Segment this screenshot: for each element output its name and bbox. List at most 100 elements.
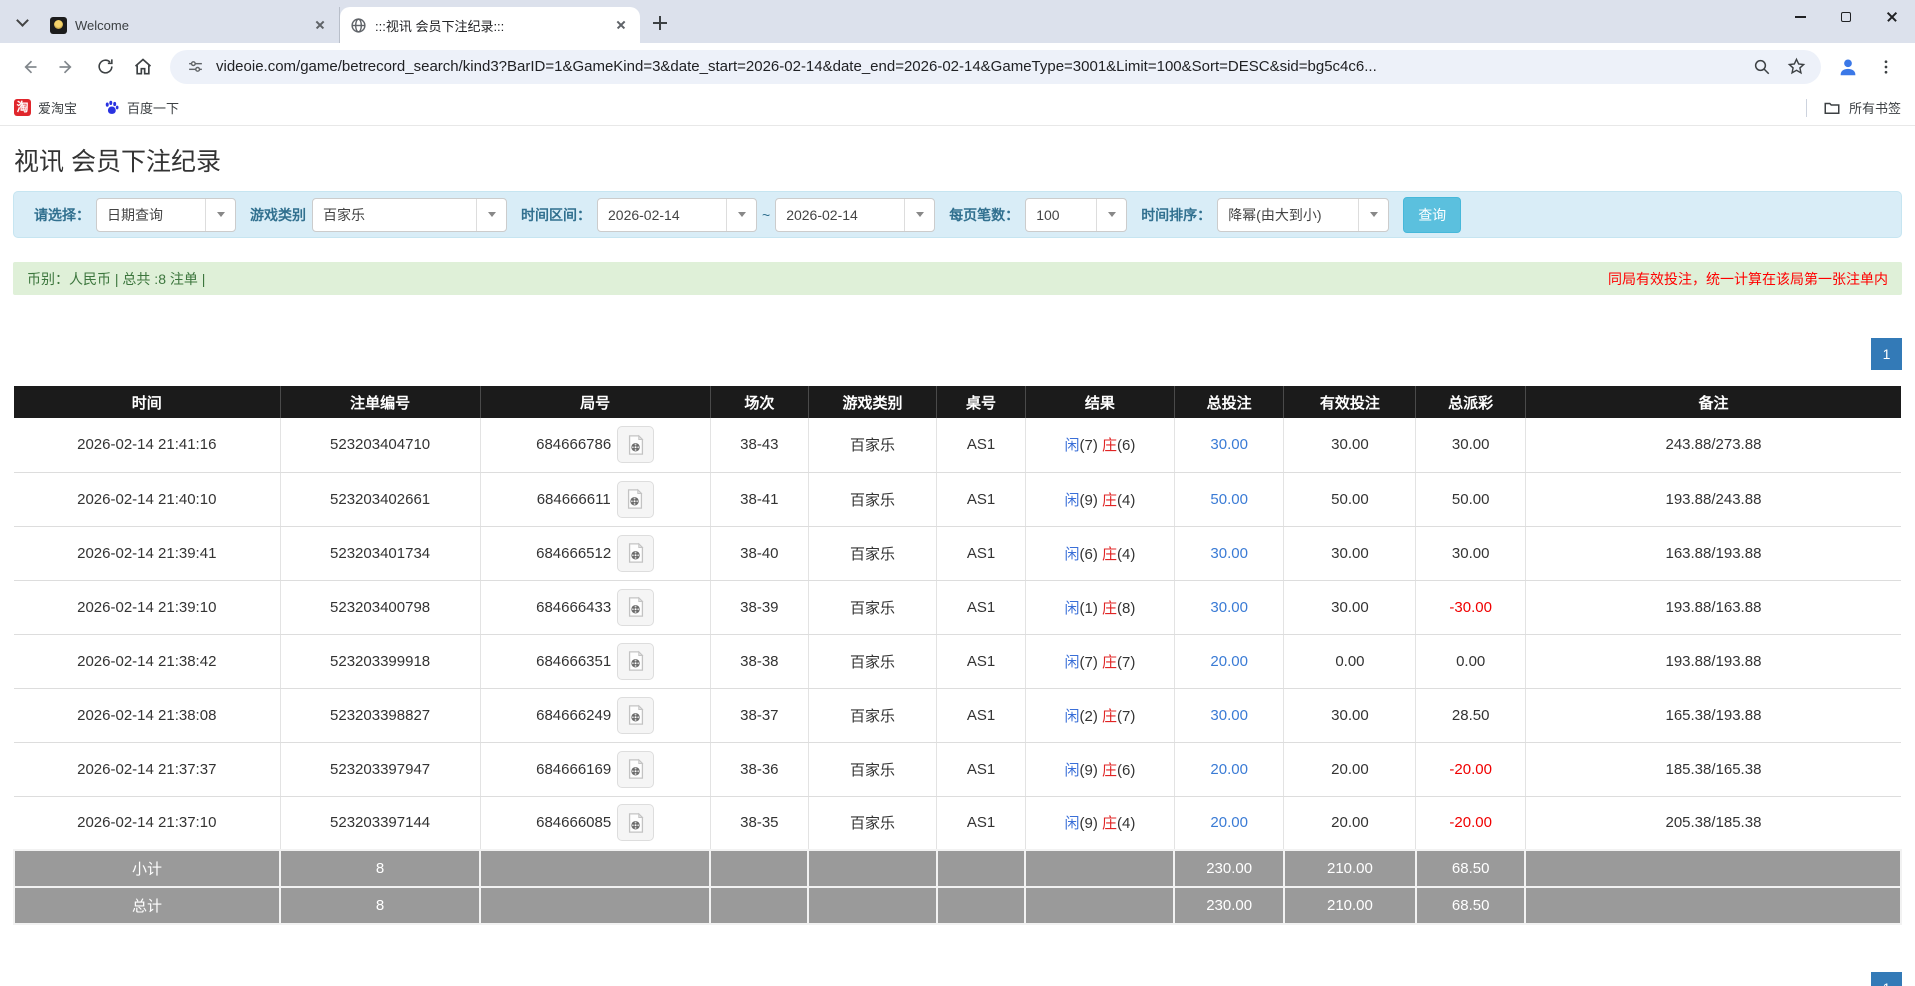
globe-favicon-icon [350, 17, 367, 34]
table-row: 2026-02-14 21:37:10 523203397144 6846660… [14, 796, 1901, 850]
table-row: 2026-02-14 21:39:10 523203400798 6846664… [14, 580, 1901, 634]
url-text[interactable]: videoie.com/game/betrecord_search/kind3?… [216, 58, 1741, 75]
bookmark-baidu[interactable]: 百度一下 [103, 98, 179, 117]
table-number: AS1 [937, 688, 1026, 742]
query-type-select[interactable]: 日期查询 [96, 198, 236, 232]
game-kind: 百家乐 [808, 634, 936, 688]
video-replay-button[interactable] [617, 426, 654, 463]
bet-records-table: 时间注单编号局号场次游戏类别桌号结果总投注有效投注总派彩备注 2026-02-1… [13, 386, 1902, 925]
round-number-cell: 684666512 [480, 526, 710, 580]
table-header-cell: 场次 [710, 386, 808, 418]
home-button[interactable] [127, 51, 159, 83]
video-replay-button[interactable] [617, 643, 654, 680]
site-settings-icon[interactable] [182, 54, 208, 80]
all-bookmarks-label[interactable]: 所有书签 [1849, 98, 1901, 117]
game-kind: 百家乐 [808, 418, 936, 472]
total-bet-link[interactable]: 50.00 [1210, 491, 1248, 508]
date-end-select[interactable]: 2026-02-14 [775, 198, 935, 232]
sort-select[interactable]: 降幂(由大到小) [1217, 198, 1389, 232]
bet-number: 523203399918 [280, 634, 480, 688]
table-number: AS1 [937, 526, 1026, 580]
table-number: AS1 [937, 580, 1026, 634]
total-bet-link[interactable]: 20.00 [1210, 761, 1248, 778]
table-row: 2026-02-14 21:38:42 523203399918 6846663… [14, 634, 1901, 688]
banker-result: 庄 [1102, 492, 1117, 509]
bet-number: 523203401734 [280, 526, 480, 580]
game-kind: 百家乐 [808, 472, 936, 526]
total-bet-link[interactable]: 30.00 [1210, 545, 1248, 562]
browser-toolbar: videoie.com/game/betrecord_search/kind3?… [0, 43, 1915, 90]
subtotal-total-bet: 230.00 [1174, 850, 1283, 887]
result-cell: 闲(9) 庄(6) [1025, 742, 1174, 796]
valid-bet: 20.00 [1284, 742, 1416, 796]
bet-time: 2026-02-14 21:41:16 [14, 418, 280, 472]
address-bar[interactable]: videoie.com/game/betrecord_search/kind3?… [170, 50, 1821, 84]
window-minimize-button[interactable] [1777, 0, 1823, 34]
bet-number: 523203402661 [280, 472, 480, 526]
session-number: 38-35 [710, 796, 808, 850]
total-bet-link[interactable]: 20.00 [1210, 814, 1248, 831]
banker-result: 庄 [1102, 546, 1117, 563]
reload-button[interactable] [89, 51, 121, 83]
total-bet-link[interactable]: 30.00 [1210, 707, 1248, 724]
window-close-button[interactable] [1869, 0, 1915, 34]
search-button[interactable]: 查询 [1403, 197, 1461, 233]
video-replay-button[interactable] [617, 697, 654, 734]
tab-close-icon[interactable] [612, 16, 630, 34]
back-button[interactable] [13, 51, 45, 83]
table-number: AS1 [937, 634, 1026, 688]
round-number: 684666433 [536, 599, 611, 616]
table-number: AS1 [937, 418, 1026, 472]
session-number: 38-39 [710, 580, 808, 634]
round-number: 684666249 [536, 707, 611, 724]
browser-tab-welcome[interactable]: Welcome [40, 7, 340, 43]
date-start-select[interactable]: 2026-02-14 [597, 198, 757, 232]
bookmark-label: 爱淘宝 [38, 98, 77, 117]
video-replay-button[interactable] [617, 535, 654, 572]
bookmarks-divider [1806, 99, 1807, 117]
zoom-icon[interactable] [1749, 54, 1775, 80]
browser-tab-betrecord[interactable]: :::视讯 会员下注纪录::: [340, 7, 640, 43]
table-header-cell: 总投注 [1174, 386, 1283, 418]
window-maximize-button[interactable] [1823, 0, 1869, 34]
note-warning-text: 同局有效投注，统一计算在该局第一张注单内 [1608, 269, 1888, 289]
total-bet-link[interactable]: 30.00 [1210, 599, 1248, 616]
new-tab-button[interactable] [646, 9, 674, 37]
video-replay-button[interactable] [617, 589, 654, 626]
browser-menu-icon[interactable] [1870, 51, 1902, 83]
date-end-value: 2026-02-14 [776, 199, 904, 231]
bet-time: 2026-02-14 21:39:41 [14, 526, 280, 580]
per-page-select[interactable]: 100 [1025, 198, 1127, 232]
round-number: 684666611 [537, 491, 611, 508]
video-replay-button[interactable] [617, 804, 654, 841]
video-replay-button[interactable] [617, 751, 654, 788]
payout-amount: 0.00 [1416, 634, 1525, 688]
table-header-cell: 桌号 [937, 386, 1026, 418]
table-header-cell: 时间 [14, 386, 280, 418]
tab-search-chevron-icon[interactable] [8, 8, 36, 36]
pagination-page-1[interactable]: 1 [1871, 338, 1902, 370]
round-number: 684666786 [536, 436, 611, 453]
forward-button[interactable] [51, 51, 83, 83]
bookmark-star-icon[interactable] [1783, 54, 1809, 80]
date-range-tilde: ~ [762, 207, 770, 223]
table-header-cell: 备注 [1525, 386, 1901, 418]
game-kind-select[interactable]: 百家乐 [312, 198, 507, 232]
bet-number: 523203404710 [280, 418, 480, 472]
pagination-bottom-page-1[interactable]: 1 [1871, 972, 1902, 986]
valid-bet: 30.00 [1284, 418, 1416, 472]
bet-time: 2026-02-14 21:37:37 [14, 742, 280, 796]
total-bet-link[interactable]: 20.00 [1210, 653, 1248, 670]
round-number-cell: 684666611 [480, 472, 710, 526]
video-replay-button[interactable] [617, 481, 654, 518]
bookmark-taobao[interactable]: 淘 爱淘宝 [14, 98, 77, 117]
result-cell: 闲(7) 庄(7) [1025, 634, 1174, 688]
total-count: 8 [280, 887, 480, 924]
bet-number: 523203398827 [280, 688, 480, 742]
total-bet-link[interactable]: 30.00 [1210, 436, 1248, 453]
table-header-cell: 游戏类别 [808, 386, 936, 418]
profile-avatar-icon[interactable] [1832, 51, 1864, 83]
balance-note: 163.88/193.88 [1525, 526, 1901, 580]
tab-close-icon[interactable] [311, 16, 329, 34]
table-header-cell: 结果 [1025, 386, 1174, 418]
